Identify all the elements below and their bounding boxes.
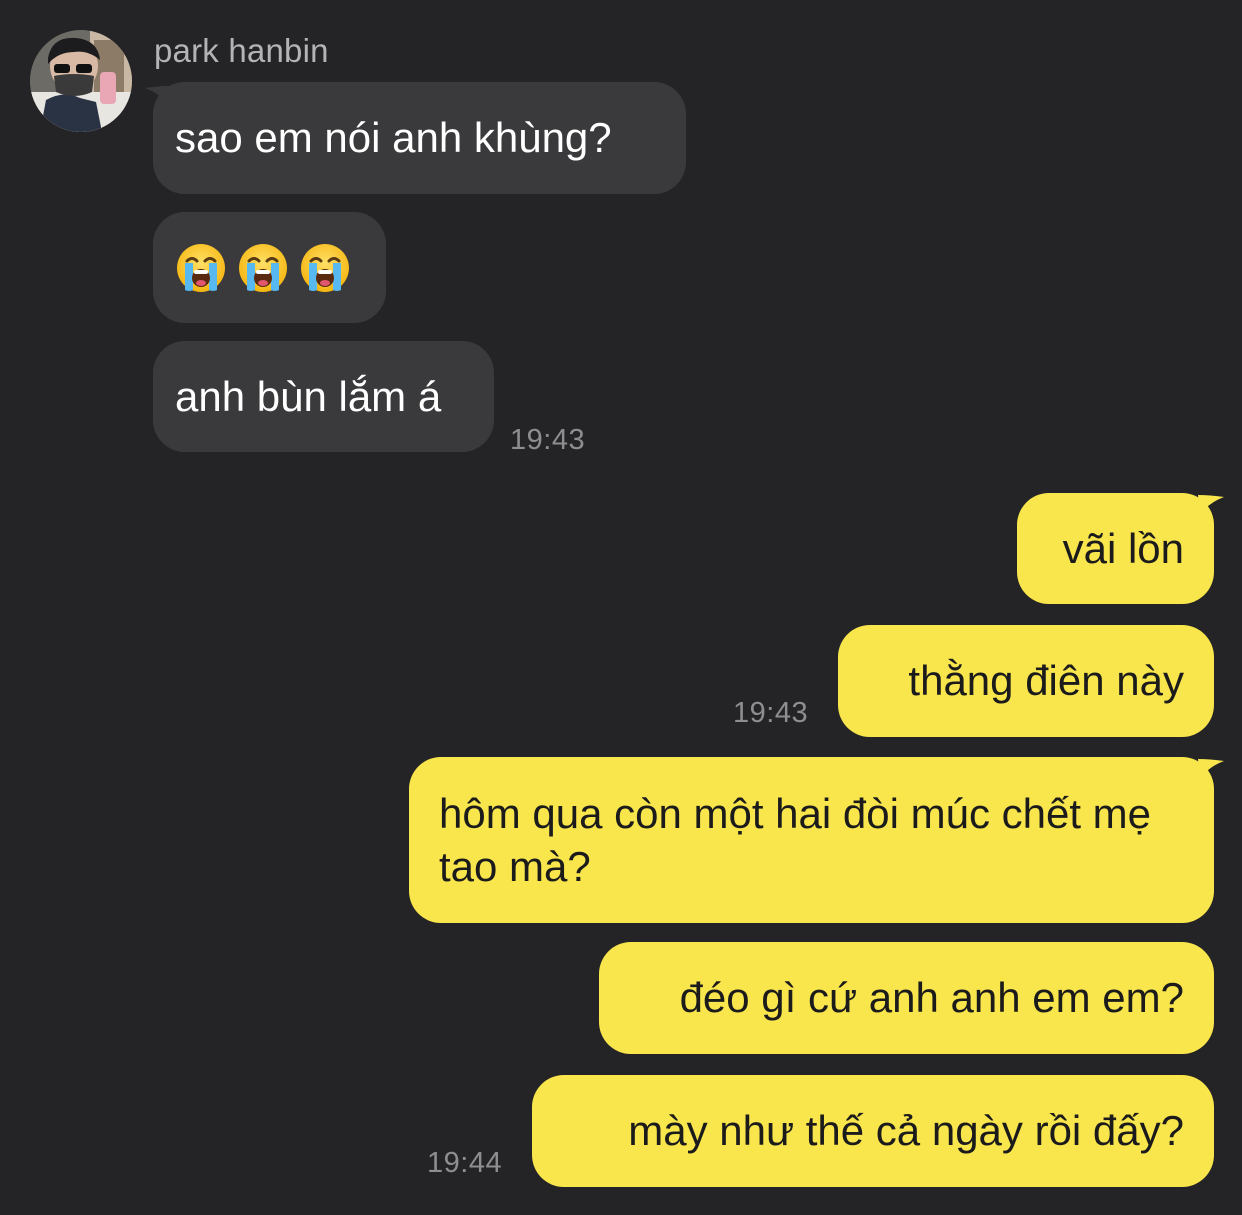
message-text: sao em nói anh khùng?: [175, 114, 612, 161]
message-text: đéo gì cứ anh anh em em?: [679, 974, 1184, 1021]
message-timestamp: 19:44: [427, 1147, 503, 1179]
bubble-tail-icon: [145, 86, 169, 106]
emoji-row: [175, 242, 351, 294]
message-text: anh bùn lắm á: [175, 372, 442, 420]
outgoing-message-bubble[interactable]: vãi lồn: [1017, 493, 1224, 604]
outgoing-message-bubble[interactable]: mày như thế cả ngày rồi đấy?: [532, 1075, 1214, 1187]
profile-photo-avatar-icon: [30, 30, 132, 132]
outgoing-message-bubble[interactable]: thằng điên này: [838, 625, 1214, 737]
sender-name: park hanbin: [154, 32, 329, 69]
loudly-crying-face-icon: [239, 243, 287, 292]
outgoing-message-bubble[interactable]: đéo gì cứ anh anh em em?: [599, 942, 1214, 1054]
message-timestamp: 19:43: [733, 697, 809, 729]
bubble-tail-icon: [1198, 759, 1224, 779]
incoming-message-bubble[interactable]: sao em nói anh khùng?: [145, 82, 686, 194]
incoming-message-bubble[interactable]: anh bùn lắm á: [153, 341, 494, 452]
message-timestamp: 19:43: [510, 424, 586, 456]
sender-avatar[interactable]: [30, 30, 132, 132]
message-text: vãi lồn: [1062, 524, 1184, 572]
incoming-emoji-bubble[interactable]: [153, 212, 386, 323]
chat-window: park hanbin sao em nói anh khùng? anh bù…: [0, 0, 1242, 1215]
message-text: hôm qua còn một hai đòi múc chết mẹ tao …: [439, 790, 1152, 890]
loudly-crying-face-icon: [177, 243, 225, 292]
loudly-crying-face-icon: [301, 243, 349, 292]
outgoing-message-bubble[interactable]: hôm qua còn một hai đòi múc chết mẹ tao …: [409, 757, 1224, 923]
bubble-tail-icon: [1198, 495, 1224, 515]
message-text: mày như thế cả ngày rồi đấy?: [628, 1107, 1184, 1154]
message-text: thằng điên này: [908, 657, 1184, 704]
